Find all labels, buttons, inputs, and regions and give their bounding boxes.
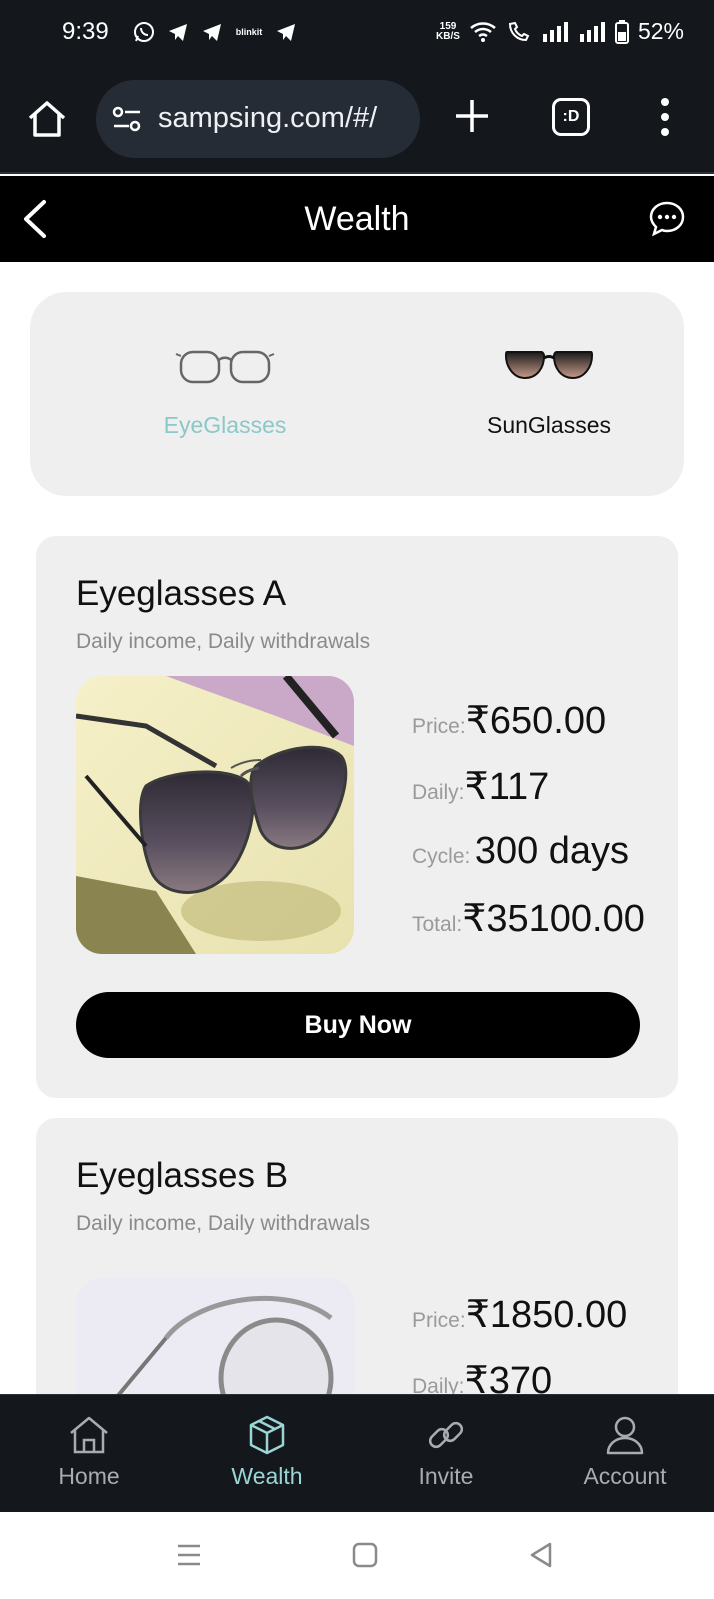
telegram-icon [277, 24, 295, 41]
signal-icon [542, 21, 568, 42]
blinkit-icon: blinkit [235, 27, 263, 37]
nav-invite[interactable]: Invite [376, 1413, 516, 1490]
address-bar[interactable]: sampsing.com/#/ [96, 80, 420, 158]
bottom-nav: Home Wealth Invite Account [0, 1394, 714, 1512]
sunglasses-icon [504, 351, 594, 380]
telegram-icon [169, 24, 187, 41]
product-stats: Price:₹650.00 Daily:₹117 Cycle: 300 days… [412, 698, 645, 962]
system-indicators: 159 KB/S 52% [436, 18, 684, 45]
product-card: Eyeglasses A Daily income, Daily withdra… [36, 536, 678, 1098]
category-label: SunGlasses [486, 412, 611, 438]
price-value: ₹650.00 [465, 700, 607, 742]
total-value: ₹35100.00 [462, 898, 645, 940]
product-subtitle: Daily income, Daily withdrawals [76, 1212, 371, 1235]
link-icon [428, 1421, 464, 1449]
wifi-icon [470, 21, 496, 42]
nav-label: Home [58, 1463, 120, 1489]
category-eyeglasses[interactable]: EyeGlasses [105, 342, 345, 439]
eyeglasses-icon [175, 350, 275, 384]
system-nav-bar [0, 1512, 714, 1599]
browser-toolbar: sampsing.com/#/ :D [0, 68, 714, 174]
chat-icon[interactable] [648, 200, 686, 238]
new-tab-icon[interactable] [452, 96, 492, 136]
status-time: 9:39 [62, 18, 109, 45]
product-card: Eyeglasses B Daily income, Daily withdra… [36, 1118, 678, 1418]
status-bar: 9:39 blinkit 159 KB/S 52% [0, 0, 714, 68]
daily-row: Daily:₹117 [412, 766, 550, 808]
home-icon [70, 1416, 108, 1454]
url-text[interactable]: sampsing.com/#/ [158, 102, 408, 135]
nav-label: Wealth [231, 1463, 303, 1489]
nav-wealth[interactable]: Wealth [197, 1413, 337, 1490]
product-image [76, 676, 354, 954]
category-label: EyeGlasses [163, 412, 287, 438]
home-button-icon[interactable] [350, 1540, 380, 1570]
person-icon [606, 1416, 644, 1455]
site-settings-icon[interactable] [112, 106, 142, 132]
notification-icons: blinkit [132, 20, 298, 44]
whatsapp-icon [134, 22, 154, 42]
nav-label: Account [583, 1463, 667, 1489]
category-switcher: EyeGlasses SunGlasses [30, 292, 684, 496]
screen: 9:39 blinkit 159 KB/S 52% sampsing.com/#… [0, 0, 714, 1599]
nav-label: Invite [418, 1463, 474, 1489]
nav-account[interactable]: Account [555, 1413, 695, 1490]
price-value: ₹1850.00 [465, 1294, 628, 1336]
price-row: Price:₹650.00 [412, 700, 607, 742]
home-icon[interactable] [26, 98, 68, 140]
app-header: Wealth [0, 176, 714, 262]
signal-icon [579, 21, 605, 42]
battery-icon [614, 19, 629, 44]
recents-icon[interactable] [174, 1540, 204, 1570]
page-title: Wealth [304, 200, 410, 238]
cycle-value: 300 days [474, 830, 630, 872]
buy-now-button[interactable]: Buy Now [76, 992, 640, 1058]
net-speed: 159 KB/S [436, 20, 460, 42]
nav-home[interactable]: Home [19, 1413, 159, 1490]
aviator-sunglasses-image [76, 676, 354, 954]
product-name: Eyeglasses A [76, 574, 287, 613]
daily-value: ₹117 [464, 766, 550, 808]
tab-switcher-button[interactable]: :D [552, 98, 590, 136]
product-subtitle: Daily income, Daily withdrawals [76, 630, 371, 653]
telegram-icon [203, 24, 221, 41]
battery-percent: 52% [637, 18, 684, 44]
price-row: Price:₹1850.00 [412, 1294, 628, 1336]
cube-icon [249, 1415, 285, 1455]
category-sunglasses[interactable]: SunGlasses [429, 342, 669, 439]
product-name: Eyeglasses B [76, 1156, 289, 1195]
more-menu-icon[interactable] [654, 96, 676, 138]
back-button-icon[interactable] [526, 1540, 556, 1570]
wifi-call-icon [508, 21, 530, 41]
cycle-row: Cycle: 300 days [412, 830, 630, 872]
total-row: Total:₹35100.00 [412, 898, 645, 940]
